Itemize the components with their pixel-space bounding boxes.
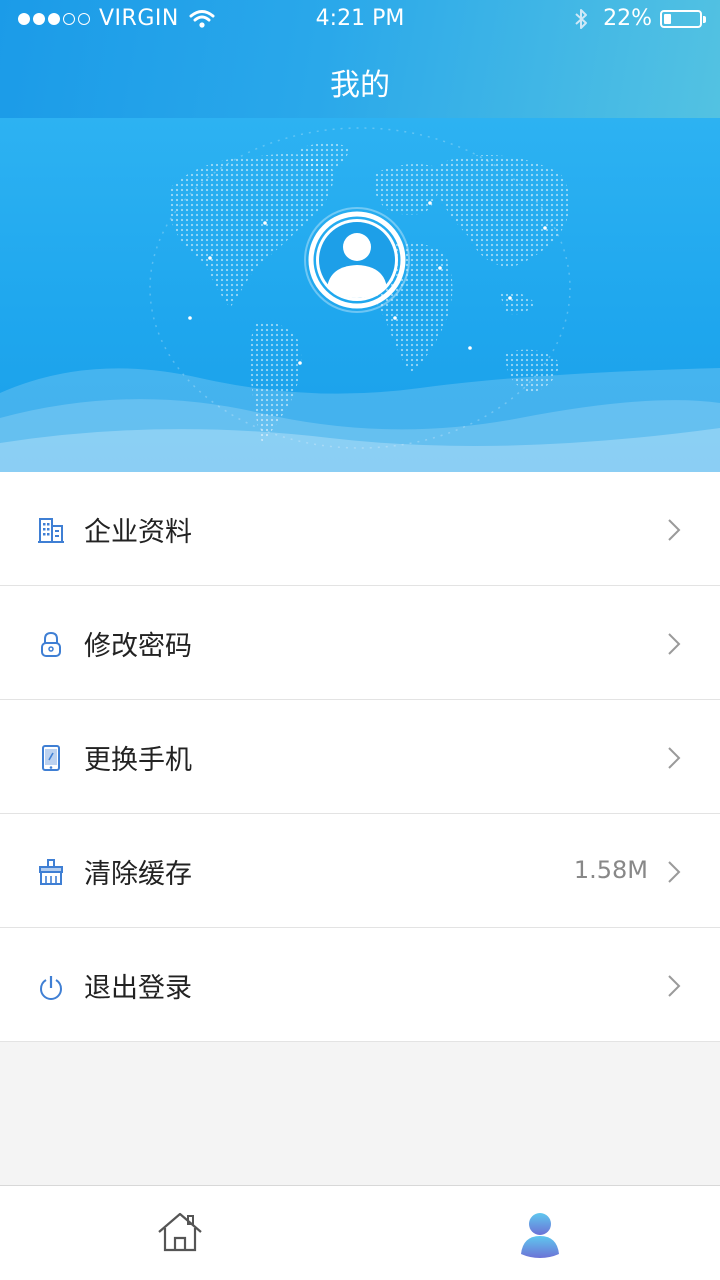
world-map-graphic: [0, 127, 720, 472]
menu-item-label: 企业资料: [84, 517, 192, 548]
building-icon: [38, 518, 64, 543]
status-bar: VIRGIN 4:21 PM 22%: [0, 0, 720, 38]
chevron-right-icon: [668, 519, 681, 541]
settings-menu: 企业资料 修改密码 更换手机 清除缓存 1.58M 退出登录: [0, 472, 720, 1042]
menu-item-change-password[interactable]: 修改密码: [0, 586, 720, 700]
menu-item-company-info[interactable]: 企业资料: [0, 472, 720, 586]
profile-banner: [0, 118, 720, 472]
cache-size-value: 1.58M: [573, 856, 648, 884]
broom-icon: [39, 859, 63, 885]
status-right: 22%: [573, 6, 706, 31]
home-icon: [158, 1212, 202, 1252]
chevron-right-icon: [668, 975, 681, 997]
chevron-right-icon: [668, 747, 681, 769]
menu-item-label: 修改密码: [84, 631, 192, 662]
tab-me[interactable]: [360, 1186, 720, 1280]
menu-item-label: 退出登录: [84, 973, 192, 1004]
chevron-right-icon: [668, 861, 681, 883]
bluetooth-icon: [575, 8, 588, 29]
avatar[interactable]: [304, 207, 410, 313]
menu-item-label: 清除缓存: [84, 859, 192, 890]
lock-icon: [41, 631, 61, 657]
tab-bar: [0, 1185, 720, 1280]
chevron-right-icon: [668, 633, 681, 655]
tab-home[interactable]: [0, 1186, 360, 1280]
battery-icon: [660, 9, 706, 28]
top-header: VIRGIN 4:21 PM 22% 我的: [0, 0, 720, 118]
menu-item-logout[interactable]: 退出登录: [0, 928, 720, 1042]
battery-fill: [664, 13, 672, 24]
power-icon: [39, 976, 63, 1000]
phone-icon: [42, 745, 60, 771]
user-icon: [521, 1213, 559, 1258]
battery-percent: 22%: [603, 6, 652, 31]
menu-item-label: 更换手机: [84, 745, 192, 776]
menu-item-change-phone[interactable]: 更换手机: [0, 700, 720, 814]
menu-item-clear-cache[interactable]: 清除缓存 1.58M: [0, 814, 720, 928]
page-title: 我的: [330, 68, 390, 103]
